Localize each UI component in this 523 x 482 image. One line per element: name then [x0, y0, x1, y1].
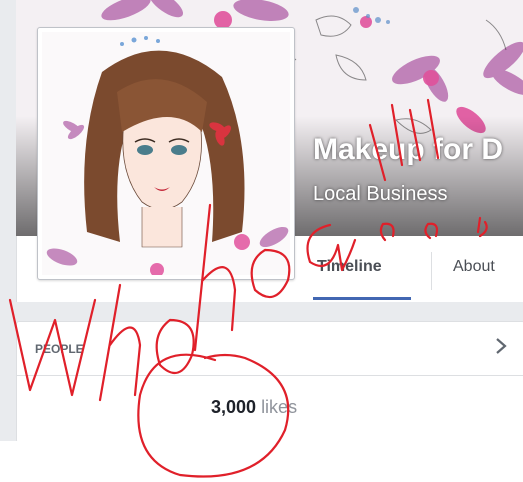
people-divider [17, 375, 523, 376]
page-bottom-area [0, 441, 523, 482]
tab-divider [431, 252, 432, 290]
page-category[interactable]: Local Business [313, 183, 448, 206]
tab-timeline[interactable]: Timeline [317, 258, 382, 276]
likes-label: likes [261, 397, 298, 417]
likes-summary[interactable]: 3,000 likes [211, 397, 297, 418]
people-section-header: PEOPLE [35, 342, 84, 356]
profile-illustration [42, 32, 290, 275]
profile-picture[interactable] [42, 32, 290, 275]
people-card: PEOPLE [16, 321, 523, 443]
profile-picture-frame[interactable] [37, 27, 295, 280]
active-tab-indicator [313, 297, 411, 300]
likes-count: 3,000 [211, 397, 257, 417]
page-title[interactable]: Makeup for D [313, 133, 503, 167]
chevron-right-icon[interactable] [492, 336, 510, 356]
tab-about[interactable]: About [453, 258, 495, 276]
